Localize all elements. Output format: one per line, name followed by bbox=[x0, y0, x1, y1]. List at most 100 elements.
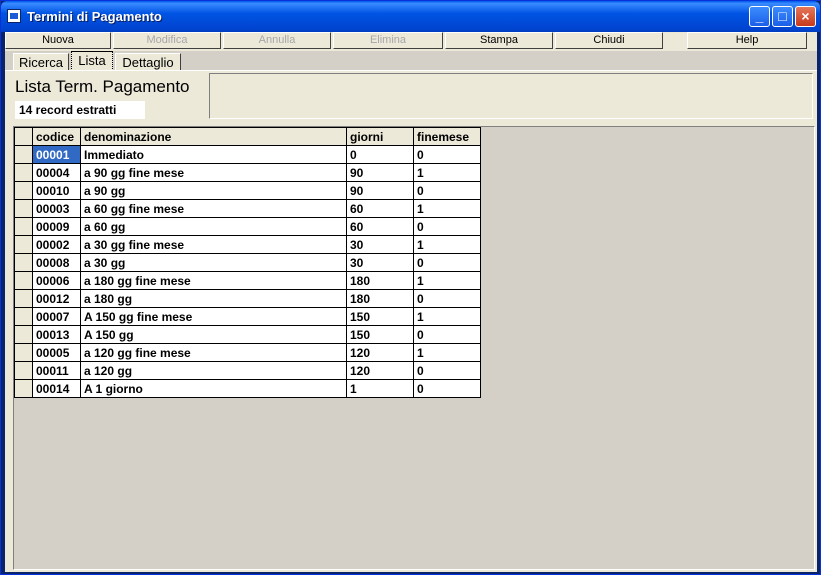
cell-denominazione[interactable]: a 90 gg fine mese bbox=[80, 163, 347, 182]
close-form-button[interactable]: Chiudi bbox=[555, 32, 663, 49]
cell-finemese[interactable]: 1 bbox=[413, 163, 481, 182]
row-selector[interactable] bbox=[14, 289, 33, 308]
cell-finemese[interactable]: 0 bbox=[413, 253, 481, 272]
row-selector[interactable] bbox=[14, 235, 33, 254]
cell-denominazione[interactable]: a 30 gg bbox=[80, 253, 347, 272]
cell-codice[interactable]: 00010 bbox=[32, 181, 81, 200]
cell-finemese[interactable]: 0 bbox=[413, 145, 481, 164]
table-row[interactable]: 00011 a 120 gg 120 0 bbox=[14, 361, 481, 380]
cell-denominazione[interactable]: a 180 gg bbox=[80, 289, 347, 308]
column-header-giorni[interactable]: giorni bbox=[346, 127, 414, 146]
tab-lista[interactable]: Lista bbox=[71, 51, 113, 71]
cell-codice[interactable]: 00003 bbox=[32, 199, 81, 218]
row-selector[interactable] bbox=[14, 307, 33, 326]
cell-denominazione[interactable]: A 150 gg bbox=[80, 325, 347, 344]
cell-denominazione[interactable]: a 90 gg bbox=[80, 181, 347, 200]
cancel-button[interactable]: Annulla bbox=[223, 32, 331, 49]
cell-denominazione[interactable]: a 60 gg bbox=[80, 217, 347, 236]
cell-giorni[interactable]: 120 bbox=[346, 361, 414, 380]
cell-giorni[interactable]: 180 bbox=[346, 271, 414, 290]
table-row[interactable]: 00005 a 120 gg fine mese 120 1 bbox=[14, 343, 481, 362]
table-row[interactable]: 00010 a 90 gg 90 0 bbox=[14, 181, 481, 200]
cell-denominazione[interactable]: Immediato bbox=[80, 145, 347, 164]
cell-giorni[interactable]: 90 bbox=[346, 181, 414, 200]
cell-giorni[interactable]: 150 bbox=[346, 325, 414, 344]
table-row[interactable]: 00007 A 150 gg fine mese 150 1 bbox=[14, 307, 481, 326]
cell-giorni[interactable]: 150 bbox=[346, 307, 414, 326]
cell-codice[interactable]: 00013 bbox=[32, 325, 81, 344]
table-row[interactable]: 00014 A 1 giorno 1 0 bbox=[14, 379, 481, 398]
tab-ricerca[interactable]: Ricerca bbox=[13, 53, 69, 71]
cell-codice[interactable]: 00006 bbox=[32, 271, 81, 290]
data-grid[interactable]: codice denominazione giorni finemese 000… bbox=[14, 127, 481, 398]
cell-codice[interactable]: 00005 bbox=[32, 343, 81, 362]
close-button[interactable]: × bbox=[795, 6, 816, 27]
cell-codice[interactable]: 00014 bbox=[32, 379, 81, 398]
cell-denominazione[interactable]: a 120 gg bbox=[80, 361, 347, 380]
cell-giorni[interactable]: 60 bbox=[346, 199, 414, 218]
cell-giorni[interactable]: 30 bbox=[346, 235, 414, 254]
cell-finemese[interactable]: 1 bbox=[413, 343, 481, 362]
row-selector[interactable] bbox=[14, 199, 33, 218]
print-button[interactable]: Stampa bbox=[445, 32, 553, 49]
cell-giorni[interactable]: 120 bbox=[346, 343, 414, 362]
minimize-button[interactable]: _ bbox=[749, 6, 770, 27]
cell-giorni[interactable]: 1 bbox=[346, 379, 414, 398]
cell-denominazione[interactable]: A 150 gg fine mese bbox=[80, 307, 347, 326]
column-header-denominazione[interactable]: denominazione bbox=[80, 127, 347, 146]
row-selector[interactable] bbox=[14, 253, 33, 272]
cell-giorni[interactable]: 0 bbox=[346, 145, 414, 164]
delete-button[interactable]: Elimina bbox=[333, 32, 443, 49]
cell-finemese[interactable]: 0 bbox=[413, 325, 481, 344]
new-button[interactable]: Nuova bbox=[5, 32, 111, 49]
column-header-codice[interactable]: codice bbox=[32, 127, 81, 146]
cell-codice[interactable]: 00001 bbox=[32, 145, 81, 164]
row-selector[interactable] bbox=[14, 361, 33, 380]
cell-codice[interactable]: 00007 bbox=[32, 307, 81, 326]
cell-codice[interactable]: 00002 bbox=[32, 235, 81, 254]
row-selector[interactable] bbox=[14, 271, 33, 290]
row-selector[interactable] bbox=[14, 145, 33, 164]
table-row[interactable]: 00002 a 30 gg fine mese 30 1 bbox=[14, 235, 481, 254]
cell-finemese[interactable]: 1 bbox=[413, 235, 481, 254]
row-selector[interactable] bbox=[14, 181, 33, 200]
cell-denominazione[interactable]: a 120 gg fine mese bbox=[80, 343, 347, 362]
cell-giorni[interactable]: 30 bbox=[346, 253, 414, 272]
cell-codice[interactable]: 00004 bbox=[32, 163, 81, 182]
help-button[interactable]: Help bbox=[687, 32, 807, 49]
cell-denominazione[interactable]: a 30 gg fine mese bbox=[80, 235, 347, 254]
table-row[interactable]: 00013 A 150 gg 150 0 bbox=[14, 325, 481, 344]
table-row[interactable]: 00012 a 180 gg 180 0 bbox=[14, 289, 481, 308]
row-selector[interactable] bbox=[14, 325, 33, 344]
table-row[interactable]: 00006 a 180 gg fine mese 180 1 bbox=[14, 271, 481, 290]
cell-codice[interactable]: 00011 bbox=[32, 361, 81, 380]
edit-button[interactable]: Modifica bbox=[113, 32, 221, 49]
maximize-button[interactable]: □ bbox=[772, 6, 793, 27]
table-row[interactable]: 00004 a 90 gg fine mese 90 1 bbox=[14, 163, 481, 182]
column-header-finemese[interactable]: finemese bbox=[413, 127, 481, 146]
cell-giorni[interactable]: 60 bbox=[346, 217, 414, 236]
cell-denominazione[interactable]: a 60 gg fine mese bbox=[80, 199, 347, 218]
table-row[interactable]: 00001 Immediato 0 0 bbox=[14, 145, 481, 164]
cell-finemese[interactable]: 1 bbox=[413, 271, 481, 290]
table-row[interactable]: 00008 a 30 gg 30 0 bbox=[14, 253, 481, 272]
table-row[interactable]: 00009 a 60 gg 60 0 bbox=[14, 217, 481, 236]
cell-codice[interactable]: 00009 bbox=[32, 217, 81, 236]
cell-codice[interactable]: 00008 bbox=[32, 253, 81, 272]
cell-finemese[interactable]: 0 bbox=[413, 361, 481, 380]
row-selector[interactable] bbox=[14, 379, 33, 398]
data-grid-area[interactable]: codice denominazione giorni finemese 000… bbox=[13, 126, 815, 570]
tab-dettaglio[interactable]: Dettaglio bbox=[115, 53, 181, 71]
table-row[interactable]: 00003 a 60 gg fine mese 60 1 bbox=[14, 199, 481, 218]
cell-finemese[interactable]: 0 bbox=[413, 379, 481, 398]
cell-finemese[interactable]: 0 bbox=[413, 289, 481, 308]
cell-finemese[interactable]: 0 bbox=[413, 217, 481, 236]
title-bar[interactable]: Termini di Pagamento _ □ × bbox=[1, 1, 820, 32]
cell-codice[interactable]: 00012 bbox=[32, 289, 81, 308]
cell-finemese[interactable]: 1 bbox=[413, 199, 481, 218]
cell-finemese[interactable]: 1 bbox=[413, 307, 481, 326]
cell-denominazione[interactable]: a 180 gg fine mese bbox=[80, 271, 347, 290]
row-selector-header[interactable] bbox=[14, 127, 33, 146]
cell-giorni[interactable]: 90 bbox=[346, 163, 414, 182]
cell-giorni[interactable]: 180 bbox=[346, 289, 414, 308]
